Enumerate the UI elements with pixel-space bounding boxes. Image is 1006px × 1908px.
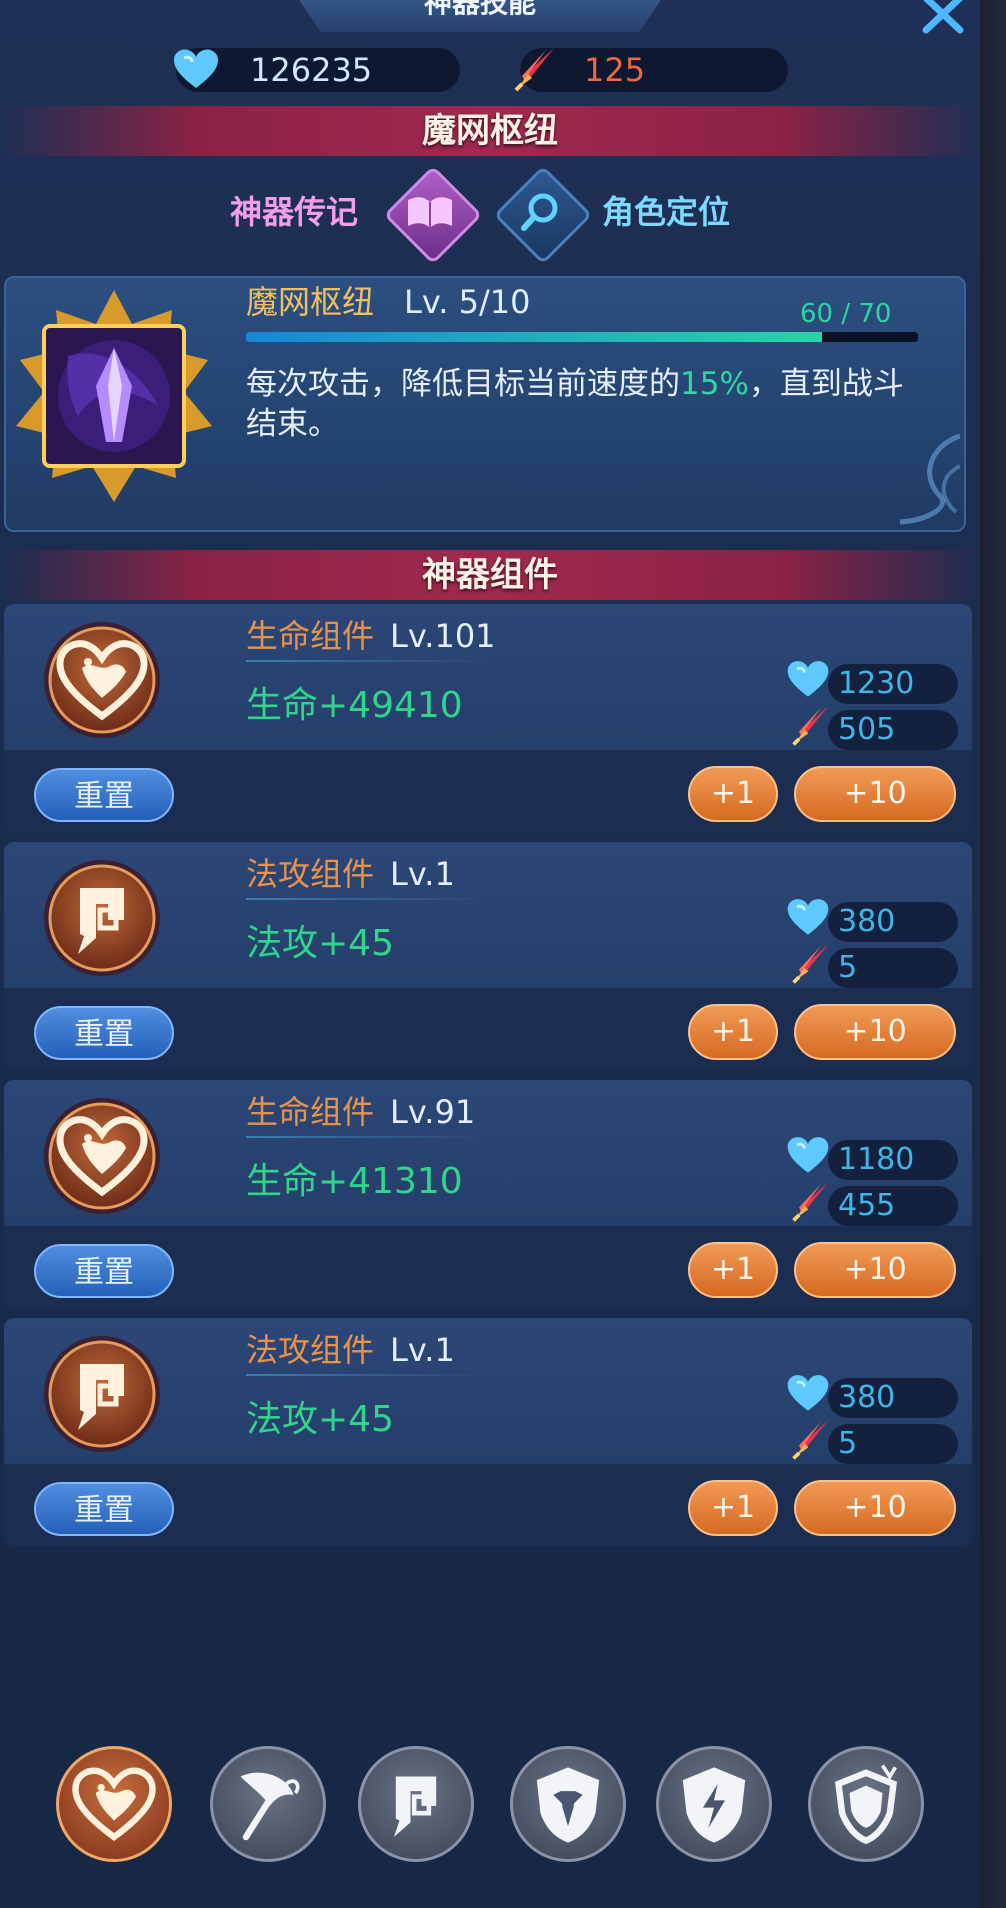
section-ribbon-artifact: 魔网枢纽 [0,106,980,156]
plus-1-button[interactable]: +1 [688,766,778,822]
component-level: Lv.101 [390,617,496,655]
magic-attack-icon [44,860,160,976]
plus-1-button[interactable]: +1 [688,1480,778,1536]
nav-resistance-shield-button[interactable] [808,1746,924,1862]
component-stat: 法攻+45 [246,1399,394,1440]
page-title: 神器技能 [290,0,670,32]
component-name: 生命组件 [246,1093,375,1131]
blue-heart-icon [787,1137,829,1173]
section-ribbon-components: 神器组件 [0,550,980,600]
cost-hearts: 1230 [838,666,915,701]
skill-name: 魔网枢纽 [246,283,375,321]
crimson-sword-icon [792,943,829,984]
component-name: 法攻组件 [246,1331,375,1369]
tab-role-position-label[interactable]: 角色定位 [602,192,730,232]
cost-hearts: 1180 [838,1142,915,1177]
reset-button[interactable]: 重置 [34,1006,174,1060]
plus-1-button[interactable]: +1 [688,1004,778,1060]
component-stat: 生命+41310 [246,1161,463,1202]
cost-swords: 455 [838,1188,896,1223]
plus-1-button[interactable]: +1 [688,1242,778,1298]
component-underline [246,1374,486,1376]
component-underline [246,1136,486,1138]
reset-button[interactable]: 重置 [34,1244,174,1298]
component-underline [246,898,486,900]
axe-icon [240,1772,300,1841]
skill-xp-text: 60 / 70 [800,299,892,329]
tab-biography-label[interactable]: 神器传记 [230,192,358,232]
skill-xp-bar [246,332,918,342]
close-icon[interactable] [918,0,968,34]
nav-lightning-shield-button[interactable] [656,1746,772,1862]
cost-swords: 5 [838,1426,858,1461]
swords-amount: 125 [584,51,646,89]
heart-icon [72,1767,156,1841]
hearts-amount: 126235 [250,51,373,89]
cost-swords: 5 [838,950,858,985]
physical-defense-icon [536,1767,600,1843]
resistance-shield-icon [835,1764,897,1845]
lightning-shield-icon [682,1767,746,1843]
heart-icon [44,1098,160,1214]
reset-button[interactable]: 重置 [34,768,174,822]
component-name: 法攻组件 [246,855,375,893]
skill-xp-fill [246,332,822,342]
component-level: Lv.1 [390,855,455,893]
crimson-sword-icon [792,1181,829,1222]
nav-axe-button[interactable] [210,1746,326,1862]
component-level: Lv.91 [390,1093,476,1131]
component-name: 生命组件 [246,617,375,655]
crimson-sword-icon [514,48,554,92]
heart-icon [44,622,160,738]
component-stat: 法攻+45 [246,923,394,964]
skill-desc-text: 每次攻击，降低目标当前速度的 [246,366,680,402]
nav-magic-attack-button[interactable] [358,1746,474,1862]
magic-attack-icon [44,1336,160,1452]
crimson-sword-icon [792,705,829,746]
reset-button[interactable]: 重置 [34,1482,174,1536]
background-edge [980,0,1006,1908]
cost-swords: 505 [838,712,896,747]
plus-10-button[interactable]: +10 [794,1004,956,1060]
magic-attack-icon [394,1776,437,1837]
component-level: Lv.1 [390,1331,455,1369]
blue-heart-icon [787,661,829,697]
book-icon [408,197,452,228]
nav-physical-defense-button[interactable] [510,1746,626,1862]
component-underline [246,660,486,662]
blue-heart-icon [787,1375,829,1411]
blue-heart-icon [787,899,829,935]
magnifier-icon [521,193,558,231]
skill-description: 每次攻击，降低目标当前速度的15%，直到战斗结束。 [246,364,926,444]
nav-heart-button[interactable] [56,1746,172,1862]
plus-10-button[interactable]: +10 [794,1480,956,1536]
artifact-emblem-icon[interactable] [8,286,220,506]
blue-heart-icon [174,49,218,88]
skill-desc-highlight: 15% [680,366,749,402]
cost-hearts: 380 [838,904,896,939]
skill-level: Lv. 5/10 [404,283,531,321]
component-stat: 生命+49410 [246,685,463,726]
cost-hearts: 380 [838,1380,896,1415]
plus-10-button[interactable]: +10 [794,766,956,822]
plus-10-button[interactable]: +10 [794,1242,956,1298]
crimson-sword-icon [792,1419,829,1460]
